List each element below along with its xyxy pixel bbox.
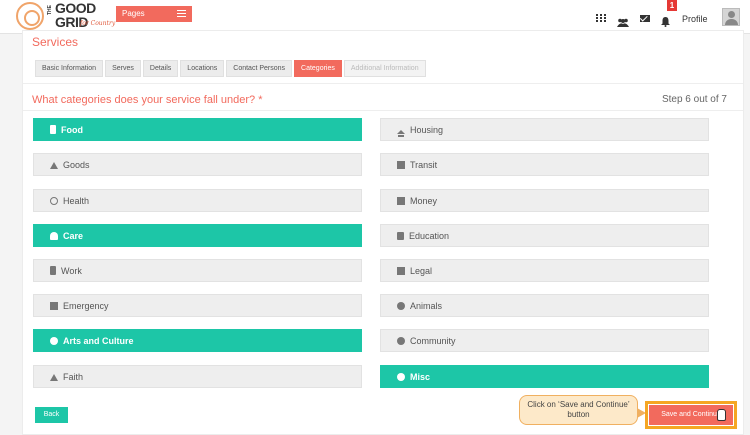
category-work[interactable]: Work: [33, 259, 362, 282]
category-health[interactable]: Health: [33, 189, 362, 212]
instruction-callout: Click on ‘Save and Continue’ button: [519, 395, 646, 425]
category-goods[interactable]: Goods: [33, 153, 362, 176]
stethoscope-icon: [50, 197, 58, 205]
category-faith[interactable]: Faith: [33, 365, 362, 388]
category-label: Housing: [410, 125, 444, 135]
users-icon[interactable]: [617, 14, 629, 27]
step-indicator: Step 6 out of 7: [661, 94, 727, 105]
category-label: Arts and Culture: [63, 336, 134, 346]
category-emergency[interactable]: Emergency: [33, 294, 362, 317]
top-bar: THE GOOD GRID for Country Pages 1 Profil…: [0, 0, 750, 34]
paw-icon: [397, 302, 405, 310]
avatar[interactable]: [722, 8, 740, 26]
category-label: Care: [63, 231, 84, 241]
category-label: Animals: [410, 301, 443, 311]
wizard-tabs: Basic Information Serves Details Locatio…: [35, 60, 428, 77]
cutlery-icon: [50, 125, 56, 134]
building-icon: [50, 266, 56, 275]
logo-subtitle: for Country: [80, 20, 116, 27]
money-icon: [397, 197, 405, 205]
paintbrush-icon: [50, 337, 58, 345]
category-community[interactable]: Community: [380, 329, 709, 352]
tab-details[interactable]: Details: [142, 60, 179, 77]
category-transit[interactable]: Transit: [380, 153, 709, 176]
category-label: Misc: [410, 372, 431, 382]
heart-icon: [50, 232, 58, 240]
category-label: Legal: [410, 266, 433, 276]
divider: [23, 110, 743, 111]
back-button[interactable]: Back: [35, 407, 68, 423]
apps-grid-icon[interactable]: [596, 14, 606, 23]
page-question: What categories does your service fall u…: [32, 94, 263, 106]
tab-contact-persons[interactable]: Contact Persons: [226, 60, 293, 77]
category-label: Money: [410, 196, 438, 206]
category-label: Education: [409, 231, 450, 241]
section-title: Services: [32, 35, 79, 49]
category-label: Health: [63, 196, 90, 206]
logo-badge-icon: [16, 2, 44, 30]
bell-icon: [50, 374, 58, 381]
notification-badge: 1: [667, 0, 677, 11]
category-money[interactable]: Money: [380, 189, 709, 212]
pages-label: Pages: [122, 9, 145, 18]
logo[interactable]: THE GOOD GRID for Country: [16, 1, 126, 32]
services-panel: Services Basic Information Serves Detail…: [22, 30, 744, 435]
gavel-icon: [397, 267, 405, 275]
home-icon: [397, 130, 405, 134]
category-label: Emergency: [63, 301, 109, 311]
category-housing[interactable]: Housing: [380, 118, 709, 141]
profile-link[interactable]: Profile: [682, 14, 708, 24]
category-arts-and-culture[interactable]: Arts and Culture: [33, 329, 362, 352]
users-icon: [397, 337, 405, 345]
hamburger-icon: [177, 10, 186, 17]
tab-additional-information: Additional Information: [343, 60, 426, 77]
book-icon: [397, 232, 404, 240]
category-misc[interactable]: Misc: [380, 365, 709, 388]
category-label: Transit: [410, 160, 438, 170]
tab-serves[interactable]: Serves: [105, 60, 141, 77]
category-food[interactable]: Food: [33, 118, 362, 141]
bell-icon[interactable]: [661, 14, 671, 27]
goods-icon: [50, 162, 58, 169]
car-icon: [397, 161, 405, 169]
ambulance-icon: [50, 302, 58, 310]
divider: [23, 83, 743, 84]
category-label: Food: [61, 125, 83, 135]
mail-icon[interactable]: [640, 15, 650, 22]
category-label: Faith: [63, 372, 84, 382]
tab-basic-information[interactable]: Basic Information: [35, 60, 104, 77]
tab-categories[interactable]: Categories: [294, 60, 342, 77]
category-label: Community: [410, 336, 456, 346]
tab-locations[interactable]: Locations: [180, 60, 225, 77]
category-label: Goods: [63, 160, 90, 170]
category-education[interactable]: Education: [380, 224, 709, 247]
pages-menu-button[interactable]: Pages: [116, 6, 192, 22]
category-care[interactable]: Care: [33, 224, 362, 247]
misc-icon: [397, 373, 405, 381]
category-legal[interactable]: Legal: [380, 259, 709, 282]
hand-cursor-icon: [717, 409, 726, 421]
category-animals[interactable]: Animals: [380, 294, 709, 317]
category-label: Work: [61, 266, 82, 276]
logo-the: THE: [47, 5, 53, 15]
